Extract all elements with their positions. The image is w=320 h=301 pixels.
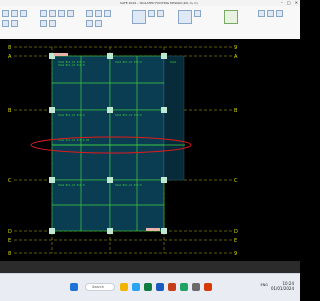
column <box>49 107 55 113</box>
column <box>161 177 167 183</box>
display-strips-icon[interactable] <box>267 10 274 17</box>
draw-slab-icon[interactable] <box>132 10 146 24</box>
grid-label-right: B <box>234 108 238 114</box>
3d-view-icon[interactable] <box>67 10 74 17</box>
column <box>161 53 167 59</box>
grid-label-right: E <box>234 238 237 244</box>
section-icon[interactable] <box>95 10 102 17</box>
strip-label: CSA1 B=1.21 X=0.0 <box>115 113 142 117</box>
clock[interactable]: 10:24 01/01/2024 <box>271 281 294 291</box>
assign-icon[interactable] <box>178 10 192 24</box>
column <box>107 53 113 59</box>
grid-label-right: A <box>234 54 238 60</box>
zoom-in-icon[interactable] <box>40 10 47 17</box>
display-results-icon[interactable] <box>258 10 265 17</box>
safe-app-icon[interactable] <box>180 283 188 291</box>
strip-label: CSA1 B=1.21 X=0.0 <box>115 183 142 187</box>
column <box>107 107 113 113</box>
column <box>161 107 167 113</box>
grid-label-left: E <box>8 238 11 244</box>
grid-label-left: C <box>8 178 12 184</box>
ribbon-group-display <box>258 8 298 30</box>
grid-label-top: 8 <box>8 45 11 51</box>
elevation-view-icon[interactable] <box>49 20 56 27</box>
strip-label: CSA1 B=1.21 X=0.0 <box>58 113 85 117</box>
windows-start-icon[interactable] <box>70 283 78 291</box>
clock-date: 01/01/2024 <box>270 286 294 291</box>
redo-icon[interactable] <box>11 20 18 27</box>
grid-label-left: D <box>8 229 12 235</box>
material-icon[interactable] <box>86 10 93 17</box>
run-analysis-icon[interactable] <box>224 10 238 24</box>
status-bar <box>0 261 300 273</box>
undo-icon[interactable] <box>2 20 9 27</box>
ribbon-group-assign <box>178 8 218 30</box>
grid-label-left: B <box>8 108 12 114</box>
ribbon-group-draw <box>132 8 172 30</box>
taskbar-app-icon[interactable] <box>204 283 212 291</box>
grid-label-right: D <box>234 229 238 235</box>
taskbar: Search ENG 10:24 01/01/2024 <box>0 273 300 301</box>
edge-browser-icon[interactable] <box>132 283 140 291</box>
powerpoint-icon[interactable] <box>168 283 176 291</box>
grid-label-left: A <box>8 54 12 60</box>
column <box>107 177 113 183</box>
strip-label: CSA1 B=1.21 X=0.0 <box>58 63 85 67</box>
strip-label: CSA1 <box>170 60 177 64</box>
draw-beam-icon[interactable] <box>148 10 155 17</box>
model-explorer-icon[interactable] <box>2 10 9 17</box>
column <box>107 228 113 234</box>
taskbar-app-icon[interactable] <box>192 283 200 291</box>
grid-label-bottom: 9 <box>234 251 237 257</box>
column <box>49 228 55 234</box>
zoom-out-icon[interactable] <box>49 10 56 17</box>
load-pattern-icon[interactable] <box>104 10 111 17</box>
pan-icon[interactable] <box>58 10 65 17</box>
ribbon-group-view <box>40 8 80 30</box>
grid-label-bottom: 8 <box>8 251 11 257</box>
ribbon-toolbar <box>0 6 300 40</box>
grid-label-top: 9 <box>234 45 237 51</box>
ribbon-group-define <box>86 8 126 30</box>
load-case-icon[interactable] <box>86 20 93 27</box>
column <box>161 228 167 234</box>
file-explorer-icon[interactable] <box>120 283 128 291</box>
strip-label: CSA1 B=1.21 X=0.0 <box>115 60 142 64</box>
model-canvas[interactable]: CSA1 B=1.21 X=0.0 CSA1 B=1.21 X=0.0 CSA1… <box>0 39 300 261</box>
taskbar-search[interactable]: Search <box>85 283 115 291</box>
plan-view-icon[interactable] <box>40 20 47 27</box>
grid-label-right: C <box>234 178 238 184</box>
assign-load-icon[interactable] <box>194 10 201 17</box>
save-icon[interactable] <box>20 10 27 17</box>
ribbon-group-run <box>224 8 254 30</box>
plan-view-drawing[interactable]: CSA1 B=1.21 X=0.0 CSA1 B=1.21 X=0.0 CSA1… <box>0 39 300 261</box>
language-indicator[interactable]: ENG <box>260 283 268 287</box>
excel-icon[interactable] <box>144 283 152 291</box>
ribbon-group-model-explorer <box>2 8 36 30</box>
strip-label: CSA1 B=1.21 X=0.0 <box>58 183 85 187</box>
open-icon[interactable] <box>11 10 18 17</box>
draw-column-icon[interactable] <box>157 10 164 17</box>
column-cap <box>54 53 68 56</box>
combo-icon[interactable] <box>95 20 102 27</box>
column <box>49 177 55 183</box>
column-cap <box>146 228 160 231</box>
word-icon[interactable] <box>156 283 164 291</box>
detailing-icon[interactable] <box>276 10 283 17</box>
slab-panel-edge[interactable] <box>163 55 185 181</box>
